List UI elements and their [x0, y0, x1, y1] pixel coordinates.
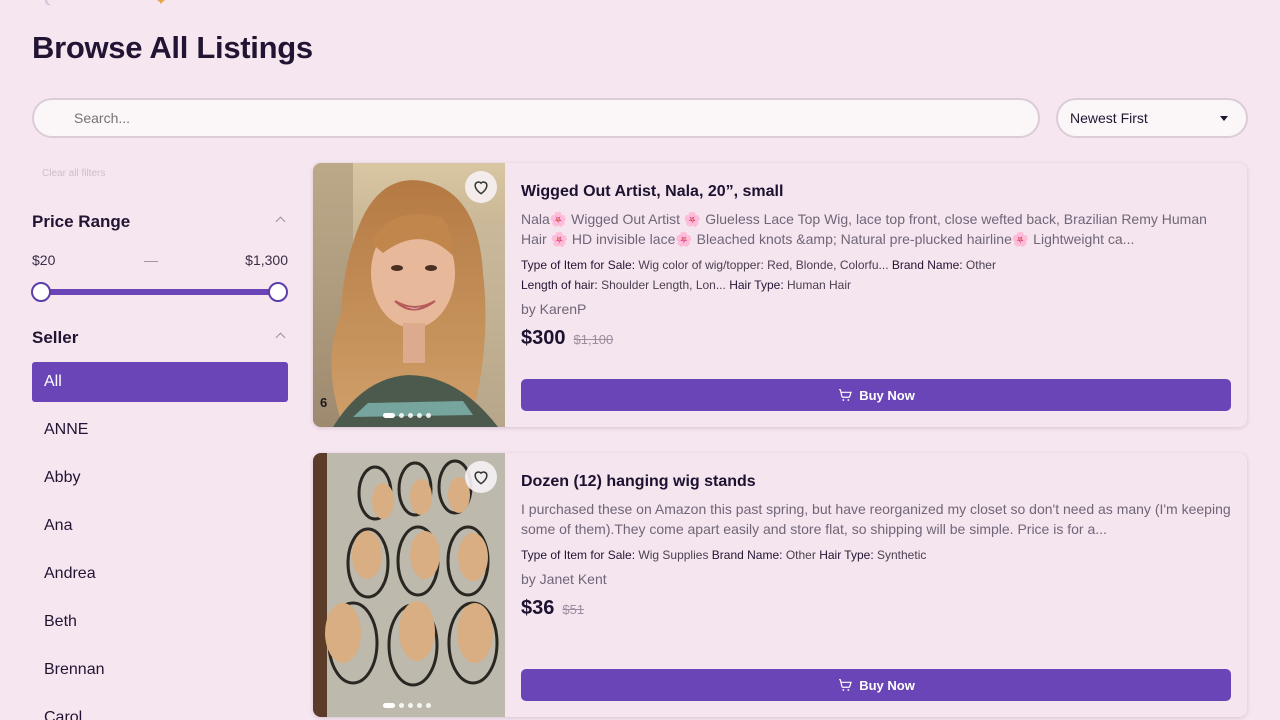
listing-prices: $36 $51	[521, 597, 1231, 620]
image-carousel-dots[interactable]	[383, 703, 431, 708]
seller-item-brennan[interactable]: Brennan	[32, 650, 288, 690]
seller-header[interactable]: Seller	[32, 328, 288, 348]
attributes-line: Length of hair: Shoulder Length, Lon... …	[521, 278, 852, 292]
buy-now-button[interactable]: Buy Now	[521, 379, 1231, 411]
chevron-up-icon	[275, 332, 286, 343]
page-title: Browse All Listings	[32, 30, 313, 65]
listing-attributes: Type of Item for Sale: Wig Supplies Bran…	[521, 545, 1231, 565]
listing-seller[interactable]: by KarenP	[521, 301, 1231, 317]
price-min: $20	[32, 252, 56, 268]
listing-prices: $300 $1,100	[521, 327, 1231, 350]
price-range-label: Price Range	[32, 212, 131, 231]
listing-original-price: $51	[562, 602, 585, 617]
favorite-button[interactable]	[465, 171, 497, 203]
heart-icon	[474, 471, 488, 485]
price-slider-track[interactable]	[40, 289, 278, 295]
seller-label: Seller	[32, 328, 79, 347]
listing-card[interactable]: 6 Wigged Out Artist, Nala, 20”, small Na…	[313, 163, 1247, 427]
listing-attributes: Type of Item for Sale: Wig color of wig/…	[521, 255, 1231, 295]
seller-list: All ANNE Abby Ana Andrea Beth Brennan Ca…	[32, 362, 288, 720]
seller-item-beth[interactable]: Beth	[32, 602, 288, 642]
listing-original-price: $1,100	[573, 332, 614, 347]
listing-title[interactable]: Wigged Out Artist, Nala, 20”, small	[521, 183, 1231, 201]
price-slider-min-handle[interactable]	[31, 282, 51, 302]
listing-description: I purchased these on Amazon this past sp…	[521, 501, 1231, 537]
buy-now-label: Buy Now	[859, 387, 915, 403]
seller-item-all[interactable]: All	[32, 362, 288, 402]
seller-item-carol[interactable]: Carol	[32, 698, 288, 720]
price-separator: —	[144, 252, 158, 268]
listing-price: $36	[521, 597, 555, 619]
listing-card[interactable]: Dozen (12) hanging wig stands I purchase…	[313, 453, 1247, 717]
search-input[interactable]	[34, 100, 1038, 136]
listing-description: Nala🌸 Wigged Out Artist 🌸 Glueless Lace …	[521, 211, 1207, 247]
header-logo-fragment: ☾ ✦	[44, 0, 167, 8]
price-range-header[interactable]: Price Range	[32, 212, 288, 232]
woman-portrait-image	[313, 163, 505, 427]
chevron-up-icon	[275, 216, 286, 227]
buy-now-button[interactable]: Buy Now	[521, 669, 1231, 701]
heart-icon	[474, 181, 488, 195]
price-slider-max-handle[interactable]	[268, 282, 288, 302]
listing-photo[interactable]: 6	[313, 163, 505, 427]
price-max: $1,300	[245, 252, 288, 268]
seller-item-ana[interactable]: Ana	[32, 506, 288, 546]
wig-stands-image	[313, 453, 505, 717]
image-count: 6	[320, 395, 328, 410]
clear-filters-link[interactable]: Clear all filters	[42, 168, 105, 179]
seller-item-abby[interactable]: Abby	[32, 458, 288, 498]
caret-down-icon	[1220, 116, 1228, 121]
listing-title[interactable]: Dozen (12) hanging wig stands	[521, 473, 1231, 491]
seller-item-anne[interactable]: ANNE	[32, 410, 288, 450]
listing-seller[interactable]: by Janet Kent	[521, 571, 1231, 587]
listing-photo[interactable]	[313, 453, 505, 717]
sort-selected-value: Newest First	[1070, 110, 1148, 126]
cart-icon	[839, 389, 853, 401]
search-box[interactable]	[32, 98, 1040, 138]
cart-icon	[839, 679, 853, 691]
sort-dropdown[interactable]: Newest First	[1056, 98, 1248, 138]
listing-price: $300	[521, 327, 566, 349]
attributes-line: Type of Item for Sale: Wig Supplies Bran…	[521, 548, 927, 562]
buy-now-label: Buy Now	[859, 677, 915, 693]
image-carousel-dots[interactable]	[383, 413, 431, 418]
favorite-button[interactable]	[465, 461, 497, 493]
seller-item-andrea[interactable]: Andrea	[32, 554, 288, 594]
attributes-line: Type of Item for Sale: Wig color of wig/…	[521, 258, 996, 272]
